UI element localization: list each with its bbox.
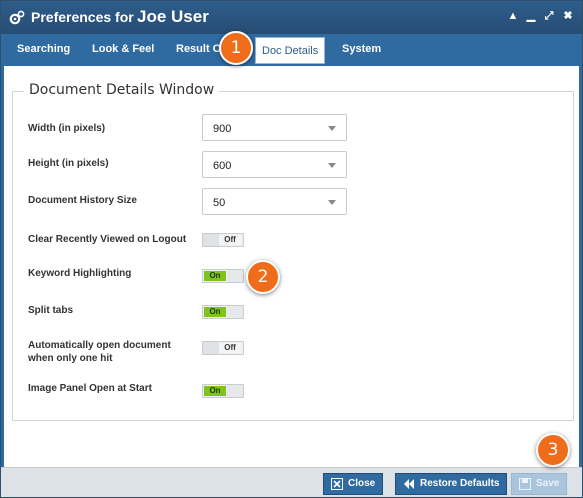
close-button[interactable]: Close (323, 473, 384, 495)
restore-defaults-label: Restore Defaults (420, 478, 500, 489)
keyword-label: Keyword Highlighting (28, 268, 132, 279)
rewind-icon (404, 479, 414, 489)
content-panel: Document Details Window Width (in pixels… (1, 66, 582, 467)
clear-recent-toggle[interactable]: Off (202, 233, 244, 247)
collapse-icon[interactable]: ▲ (506, 9, 520, 23)
callout-badge-2: 2 (246, 260, 280, 294)
floppy-disk-icon (519, 478, 531, 490)
image-panel-label: Image Panel Open at Start (28, 383, 152, 394)
chevron-down-icon (328, 163, 336, 168)
split-tabs-toggle[interactable]: On (202, 305, 244, 319)
history-label: Document History Size (28, 195, 137, 206)
close-icon[interactable]: ✖ (561, 9, 575, 23)
save-button[interactable]: Save (511, 473, 568, 495)
auto-open-toggle[interactable]: Off (202, 341, 244, 355)
maximize-icon[interactable]: ⤢ (542, 9, 556, 23)
chevron-down-icon (328, 200, 336, 205)
preferences-window: Preferences for Joe User ▲ ▁ ⤢ ✖ Searchi… (0, 0, 583, 498)
width-value: 900 (213, 123, 232, 135)
history-value: 50 (213, 197, 226, 209)
window-user: Joe User (137, 7, 209, 26)
toggle-state: Off (219, 343, 241, 353)
keyword-toggle[interactable]: On (202, 269, 244, 283)
toggle-state: On (204, 307, 226, 317)
chevron-down-icon (328, 126, 336, 131)
tab-bar: Searching Look & Feel Result C Doc Detai… (1, 34, 582, 66)
section-legend: Document Details Window (24, 82, 220, 98)
toggle-state: Off (219, 235, 241, 245)
clear-recent-label: Clear Recently Viewed on Logout (28, 234, 187, 245)
close-box-icon (331, 478, 343, 490)
tab-result[interactable]: Result C (176, 43, 221, 55)
width-label: Width (in pixels) (28, 123, 106, 134)
height-label: Height (in pixels) (28, 158, 109, 169)
tab-look-and-feel[interactable]: Look & Feel (92, 43, 154, 55)
tab-searching[interactable]: Searching (17, 43, 70, 55)
height-select[interactable]: 600 (202, 151, 347, 178)
auto-open-label-line2: when only one hit (28, 353, 113, 364)
height-value: 600 (213, 160, 232, 172)
close-button-label: Close (348, 478, 376, 489)
auto-open-label-line1: Automatically open document (28, 340, 171, 351)
image-panel-toggle[interactable]: On (202, 384, 244, 398)
callout-badge-1: 1 (219, 31, 253, 65)
toggle-state: On (204, 386, 226, 396)
save-button-label: Save (536, 478, 560, 489)
title-bar[interactable]: Preferences for Joe User ▲ ▁ ⤢ ✖ (1, 1, 582, 34)
footer-bar: Close Restore Defaults Save (1, 467, 582, 497)
history-select[interactable]: 50 (202, 188, 347, 215)
toggle-state: On (204, 271, 226, 281)
split-tabs-label: Split tabs (28, 305, 74, 316)
tab-system[interactable]: System (342, 43, 381, 55)
gears-icon (9, 10, 25, 25)
restore-defaults-button[interactable]: Restore Defaults (395, 473, 508, 495)
width-select[interactable]: 900 (202, 114, 347, 141)
tab-doc-details[interactable]: Doc Details (255, 37, 326, 64)
callout-badge-3: 3 (536, 433, 570, 467)
minimize-icon[interactable]: ▁ (524, 9, 538, 23)
window-title: Preferences for (31, 9, 134, 25)
